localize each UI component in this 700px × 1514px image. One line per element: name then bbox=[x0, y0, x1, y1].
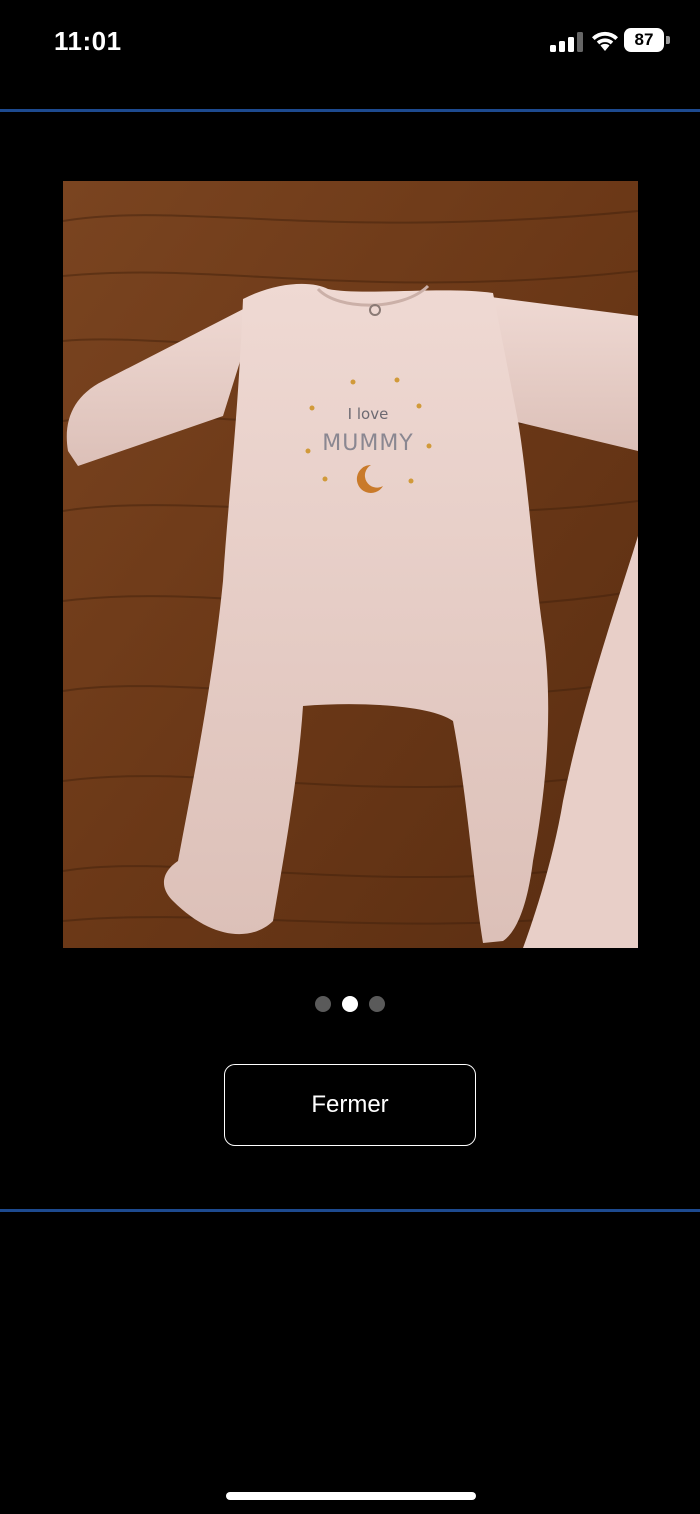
status-bar: 11:01 87 bbox=[0, 0, 700, 90]
print-line-1: I love bbox=[348, 405, 389, 423]
sleepsuit-image: I love MUMMY bbox=[63, 181, 638, 948]
page-dot-2[interactable] bbox=[342, 996, 358, 1012]
close-button[interactable]: Fermer bbox=[224, 1064, 476, 1146]
signal-icon bbox=[550, 32, 583, 52]
page-dot-1[interactable] bbox=[315, 996, 331, 1012]
page-dot-3[interactable] bbox=[369, 996, 385, 1012]
battery-tip bbox=[666, 36, 670, 44]
bottom-divider bbox=[0, 1209, 700, 1212]
home-indicator[interactable] bbox=[226, 1492, 476, 1500]
print-line-2: MUMMY bbox=[322, 431, 414, 456]
photo-viewer-screen: 11:01 87 I love MUMMY Fermer bbox=[0, 0, 700, 1514]
battery-level: 87 bbox=[634, 30, 654, 49]
status-time: 11:01 bbox=[54, 26, 122, 56]
page-indicator bbox=[0, 996, 700, 1014]
wifi-icon bbox=[592, 31, 618, 51]
top-divider bbox=[0, 109, 700, 112]
product-photo[interactable]: I love MUMMY bbox=[63, 181, 638, 948]
battery-icon: 87 bbox=[624, 28, 672, 52]
